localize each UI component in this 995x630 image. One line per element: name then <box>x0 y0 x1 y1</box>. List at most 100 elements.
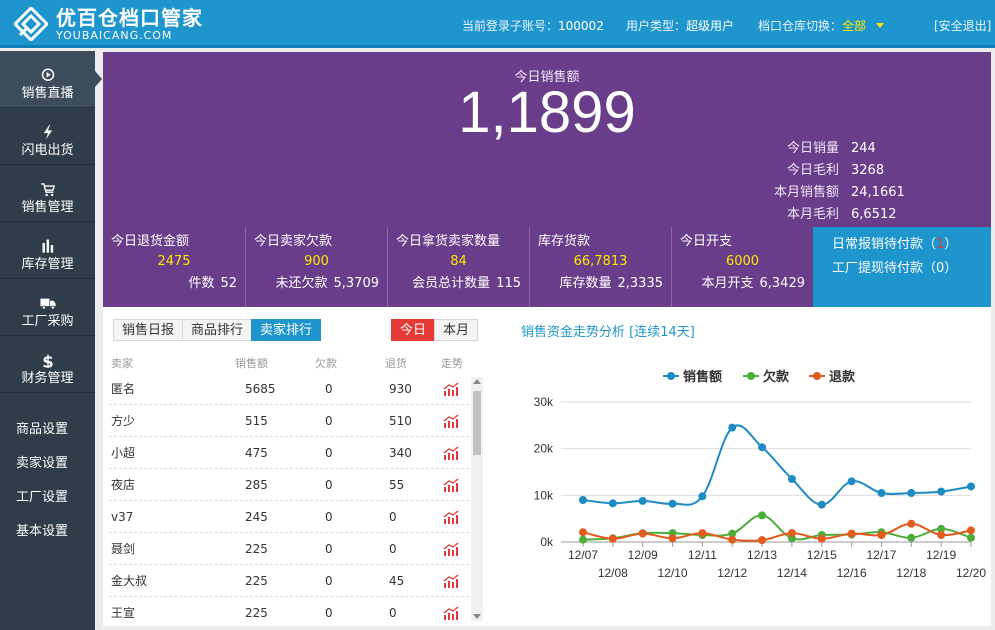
svg-text:$: $ <box>42 352 53 368</box>
warehouse-select[interactable]: 全部 <box>842 19 866 33</box>
chevron-down-icon[interactable] <box>876 23 885 28</box>
cell-debt: 0 <box>325 606 333 620</box>
series-point <box>907 489 916 497</box>
trend-chart-icon[interactable] <box>443 510 459 524</box>
cell-sales: 5685 <box>245 382 276 396</box>
sidebar-item-sales-live[interactable]: 销售直播 <box>0 51 102 108</box>
sidebar-item-factory-settings[interactable]: 工厂设置 <box>0 481 95 515</box>
period-month[interactable]: 本月 <box>434 319 479 341</box>
sidebar-item-basic-settings[interactable]: 基本设置 <box>0 515 95 549</box>
series-point <box>579 496 587 504</box>
stat-row: 本月毛利 6,6512 <box>759 204 911 226</box>
sidebar-item-label: 工厂采购 <box>21 314 74 329</box>
sidebar-item-finance[interactable]: $ 财务管理 <box>0 336 95 393</box>
x-tick-label: 12/11 <box>688 548 717 562</box>
warehouse-switch[interactable]: 档口仓库切换：全部 <box>758 17 885 34</box>
sidebar-item-factory-purchase[interactable]: 工厂采购 <box>0 279 95 336</box>
trend-chart-icon[interactable] <box>443 574 459 588</box>
trend-chart-icon[interactable] <box>443 478 459 492</box>
pay-close: ） <box>944 237 958 252</box>
sidebar-item-quick-ship[interactable]: 闪电出货 <box>0 108 95 165</box>
cell-returns: 510 <box>389 414 412 428</box>
cell-debt: 0 <box>325 510 333 524</box>
y-tick-label: 0k <box>540 535 554 549</box>
stat-value: 24,1661 <box>851 185 905 200</box>
x-tick-label: 12/10 <box>658 566 688 580</box>
tile-title: 今日退货金额 <box>111 234 190 249</box>
table-row[interactable]: 夜店 285 0 55 <box>109 469 469 501</box>
trend-chart-icon[interactable] <box>443 414 459 428</box>
sidebar-item-sales-manage[interactable]: 销售管理 <box>0 165 95 222</box>
legend-label: 退款 <box>829 369 856 385</box>
series-point <box>579 528 587 537</box>
table-header: 卖家 销售额 欠款 退货 走势 <box>103 355 469 373</box>
cell-sales: 515 <box>245 414 268 428</box>
cell-returns: 0 <box>389 510 397 524</box>
cell-seller: 聂剑 <box>111 542 136 556</box>
col-debt: 欠款 <box>315 357 337 370</box>
table-row[interactable]: v37 245 0 0 <box>109 501 469 533</box>
table-body: 匿名 5685 0 930 方少 515 0 510 小超 475 0 340 夜店 285 0 55 … <box>109 373 469 629</box>
scrollbar-thumb[interactable] <box>473 391 481 455</box>
series-point <box>668 499 677 508</box>
sidebar-item-inventory[interactable]: 库存管理 <box>0 222 95 279</box>
table-row[interactable]: 金大叔 225 0 45 <box>109 565 469 597</box>
period-toggle: 今日 本月 <box>391 319 479 341</box>
tile-sub-value: 52 <box>220 276 237 291</box>
table-row[interactable]: 方少 515 0 510 <box>109 405 469 437</box>
tab-seller-ranking[interactable]: 卖家排行 <box>251 319 322 341</box>
truck-icon <box>39 298 56 310</box>
cell-debt: 0 <box>325 478 333 492</box>
tab-daily-report[interactable]: 销售日报 <box>113 319 184 341</box>
cell-debt: 0 <box>325 446 333 460</box>
cell-sales: 285 <box>245 478 268 492</box>
tile-title: 库存货款 <box>538 234 591 249</box>
table-scrollbar[interactable] <box>471 377 483 621</box>
bar-chart-icon <box>42 239 53 253</box>
series-point <box>579 535 587 544</box>
y-tick-label: 10k <box>534 488 554 502</box>
logo-icon <box>14 7 48 41</box>
tile-sub: 件数 52 <box>111 273 237 295</box>
tile-main-value: 900 <box>304 254 329 269</box>
period-today[interactable]: 今日 <box>391 319 436 341</box>
table-row[interactable]: 聂剑 225 0 0 <box>109 533 469 565</box>
sidebar-item-product-settings[interactable]: 商品设置 <box>0 413 95 447</box>
tile-sub: 会员总计数量 115 <box>396 273 521 295</box>
x-tick-label: 12/18 <box>896 566 926 580</box>
trend-chart-icon[interactable] <box>443 606 459 620</box>
table-row[interactable]: 匿名 5685 0 930 <box>109 373 469 405</box>
x-tick-label: 12/14 <box>777 566 807 580</box>
tile-title: 今日拿货卖家数量 <box>396 234 501 249</box>
user-type-value: 超级用户 <box>686 19 735 33</box>
series-point <box>698 492 707 501</box>
x-tick-label: 12/08 <box>598 566 628 580</box>
logout-link[interactable]: [安全退出] <box>934 17 991 34</box>
sidebar-item-label: 销售直播 <box>21 86 74 101</box>
tile-sub: 库存数量 2,3335 <box>538 273 663 295</box>
factory-withdrawal-pending[interactable]: 工厂提现待付款（0） <box>822 257 983 281</box>
scroll-up-icon[interactable] <box>473 379 481 384</box>
lightning-icon <box>43 124 52 140</box>
user-type-label: 用户类型： <box>626 19 687 33</box>
daily-reimbursement-pending[interactable]: 日常报销待付款（1） <box>822 233 983 257</box>
cell-debt: 0 <box>325 574 333 588</box>
table-row[interactable]: 王宣 225 0 0 <box>109 597 469 629</box>
tab-product-ranking[interactable]: 商品排行 <box>182 319 253 341</box>
series-point <box>877 489 886 497</box>
ranking-panel: 销售日报 商品排行 卖家排行 今日 本月 卖家 销售额 欠款 退货 走势 匿名 5685… <box>103 307 487 626</box>
cell-sales: 475 <box>245 446 268 460</box>
sidebar-item-seller-settings[interactable]: 卖家设置 <box>0 447 95 481</box>
tile-sub-label: 未还欠款 <box>275 276 328 291</box>
stat-label: 本月毛利 <box>786 207 839 222</box>
pay-close: ） <box>944 261 958 276</box>
tile-title: 今日卖家欠款 <box>254 234 333 249</box>
table-row[interactable]: 小超 475 0 340 <box>109 437 469 469</box>
tile-sub-value: 6,3429 <box>759 276 806 291</box>
trend-chart-icon[interactable] <box>443 382 459 396</box>
scroll-down-icon[interactable] <box>473 614 481 619</box>
trend-chart-icon[interactable] <box>443 446 459 460</box>
trend-chart-icon[interactable] <box>443 542 459 556</box>
x-tick-label: 12/20 <box>956 566 986 580</box>
